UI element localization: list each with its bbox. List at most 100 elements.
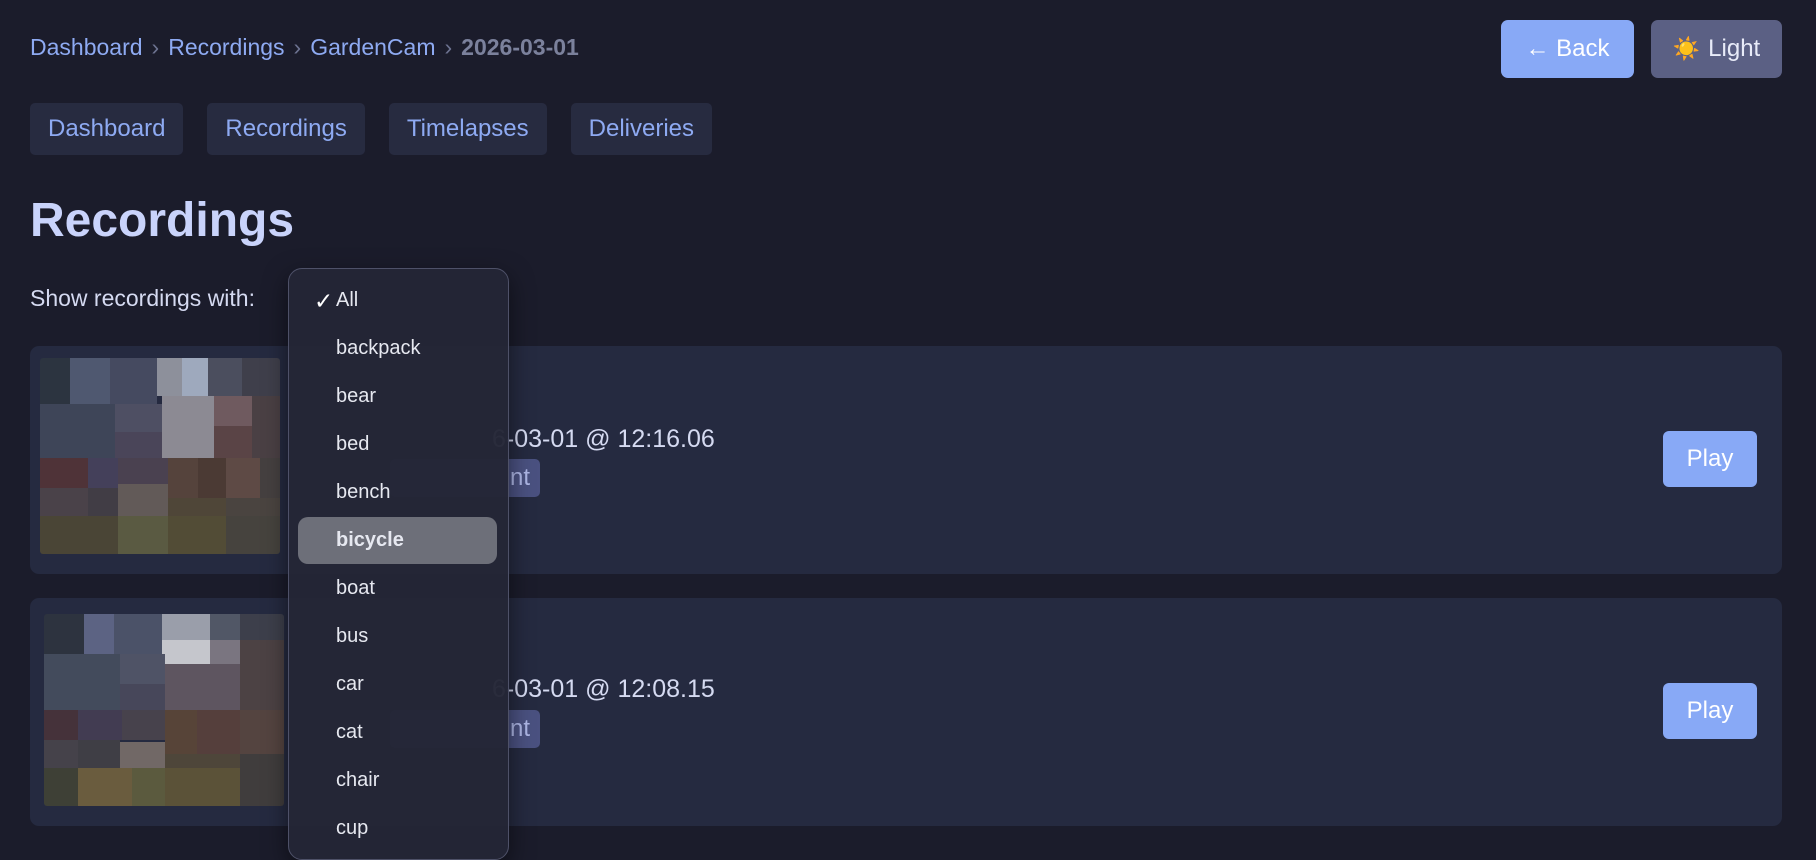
breadcrumb-camera-link[interactable]: GardenCam bbox=[310, 34, 435, 61]
page-title: Recordings bbox=[30, 194, 295, 247]
thumbnail-pixel bbox=[208, 358, 242, 396]
thumbnail-pixel bbox=[182, 358, 208, 396]
thumbnail-pixel bbox=[260, 458, 280, 498]
thumbnail-pixel bbox=[168, 516, 226, 554]
dropdown-option[interactable]: chair bbox=[298, 757, 497, 804]
dropdown-option-label: cup bbox=[336, 817, 369, 839]
dropdown-option-label: backpack bbox=[336, 337, 421, 359]
dropdown-option[interactable]: boat bbox=[298, 565, 497, 612]
thumbnail-pixel bbox=[226, 516, 280, 554]
dropdown-option-label: boat bbox=[336, 577, 375, 599]
theme-toggle-label: Light bbox=[1708, 35, 1761, 62]
thumbnail-pixel bbox=[122, 710, 165, 740]
recording-timestamp: 6-03-01 @ 12:08.15 bbox=[492, 675, 715, 703]
thumbnail-pixel bbox=[78, 740, 120, 768]
thumbnail-pixel bbox=[40, 358, 70, 404]
tab-dashboard[interactable]: Dashboard bbox=[30, 103, 184, 155]
thumbnail-pixel bbox=[115, 432, 162, 458]
breadcrumb-dashboard-link[interactable]: Dashboard bbox=[30, 34, 143, 61]
thumbnail-pixel bbox=[88, 488, 118, 516]
thumbnail-pixel bbox=[115, 404, 162, 432]
thumbnail-pixel bbox=[165, 710, 197, 754]
thumbnail-pixel bbox=[110, 358, 157, 404]
play-button[interactable]: Play bbox=[1663, 683, 1757, 739]
theme-toggle-button[interactable]: ☀️ Light bbox=[1651, 20, 1782, 78]
thumbnail-pixel bbox=[240, 640, 284, 710]
dropdown-option[interactable]: cat bbox=[298, 709, 497, 756]
recording-timestamp: 6-03-01 @ 12:16.06 bbox=[492, 425, 715, 453]
checkmark-icon: ✓ bbox=[314, 288, 334, 314]
thumbnail-pixel bbox=[162, 614, 210, 640]
thumbnail-pixel bbox=[118, 516, 168, 554]
back-button-label: ← Back bbox=[1525, 35, 1610, 62]
breadcrumb: Dashboard › Recordings › GardenCam › 202… bbox=[30, 34, 579, 61]
thumbnail-pixel bbox=[44, 710, 78, 740]
dropdown-option[interactable]: bed bbox=[298, 421, 497, 468]
thumbnail-pixel bbox=[198, 458, 226, 498]
thumbnail-pixel bbox=[88, 458, 118, 488]
breadcrumb-current-date: 2026-03-01 bbox=[461, 34, 579, 60]
filter-dropdown-menu[interactable]: ✓ All backpack bear bed bench bicycle bo… bbox=[288, 268, 509, 860]
nav-tabs: Dashboard Recordings Timelapses Deliveri… bbox=[30, 103, 713, 155]
tab-recordings[interactable]: Recordings bbox=[207, 103, 365, 155]
thumbnail-pixel bbox=[40, 458, 88, 488]
dropdown-option-label: chair bbox=[336, 769, 380, 791]
thumbnail-pixel bbox=[40, 488, 88, 516]
thumbnail-pixel bbox=[162, 396, 214, 458]
tab-deliveries[interactable]: Deliveries bbox=[570, 103, 713, 155]
thumbnail-pixel bbox=[252, 396, 280, 458]
play-button[interactable]: Play bbox=[1663, 431, 1757, 487]
breadcrumb-separator: › bbox=[151, 34, 160, 60]
breadcrumb-recordings-link[interactable]: Recordings bbox=[168, 34, 284, 61]
dropdown-option[interactable]: bench bbox=[298, 469, 497, 516]
thumbnail-pixel bbox=[78, 710, 122, 740]
dropdown-option[interactable]: bus bbox=[298, 613, 497, 660]
dropdown-option-label: car bbox=[336, 673, 364, 695]
thumbnail-pixel bbox=[120, 742, 165, 768]
thumbnail-pixel bbox=[210, 614, 240, 640]
dropdown-option-label: bed bbox=[336, 433, 370, 455]
thumbnail-pixel bbox=[214, 396, 252, 426]
thumbnail-pixel bbox=[40, 404, 115, 458]
dropdown-option-highlighted[interactable]: bicycle bbox=[298, 517, 497, 564]
dropdown-option-label: bench bbox=[336, 481, 391, 503]
thumbnail-pixel bbox=[157, 358, 182, 396]
dropdown-option[interactable]: bear bbox=[298, 373, 497, 420]
breadcrumb-separator: › bbox=[293, 34, 302, 60]
thumbnail-pixel bbox=[44, 768, 78, 806]
thumbnail-pixel bbox=[214, 426, 252, 458]
thumbnail-pixel bbox=[165, 754, 240, 768]
thumbnail-pixel bbox=[120, 654, 165, 684]
dropdown-option[interactable]: car bbox=[298, 661, 497, 708]
thumbnail-pixel bbox=[120, 684, 165, 710]
thumbnail-pixel bbox=[242, 358, 280, 396]
thumbnail-pixel bbox=[168, 458, 198, 498]
thumbnail-pixel bbox=[162, 640, 210, 664]
dropdown-option[interactable]: cup bbox=[298, 805, 497, 852]
thumbnail-pixel bbox=[210, 640, 240, 664]
thumbnail-pixel bbox=[44, 654, 120, 710]
filter-label: Show recordings with: bbox=[30, 285, 255, 311]
recording-thumbnail[interactable] bbox=[44, 614, 284, 806]
thumbnail-pixel bbox=[168, 498, 226, 516]
dropdown-option-label: All bbox=[336, 289, 359, 311]
recording-thumbnail[interactable] bbox=[40, 358, 280, 554]
thumbnail-pixel bbox=[240, 614, 284, 640]
tab-timelapses[interactable]: Timelapses bbox=[388, 103, 547, 155]
thumbnail-pixel bbox=[165, 768, 240, 806]
thumbnail-pixel bbox=[84, 614, 114, 654]
dropdown-option[interactable]: backpack bbox=[298, 325, 497, 372]
thumbnail-pixel bbox=[78, 768, 132, 806]
thumbnail-pixel bbox=[44, 614, 84, 654]
back-button[interactable]: ← Back bbox=[1501, 20, 1634, 78]
dropdown-option-label: bus bbox=[336, 625, 369, 647]
thumbnail-pixel bbox=[40, 516, 118, 554]
sun-icon: ☀️ bbox=[1672, 36, 1701, 61]
dropdown-option[interactable]: ✓ All bbox=[298, 277, 497, 324]
thumbnail-pixel bbox=[240, 754, 284, 806]
thumbnail-pixel bbox=[226, 498, 280, 516]
thumbnail-pixel bbox=[165, 664, 240, 710]
thumbnail-pixel bbox=[240, 710, 284, 754]
dropdown-option-label: bicycle bbox=[336, 529, 404, 551]
breadcrumb-separator: › bbox=[444, 34, 453, 60]
